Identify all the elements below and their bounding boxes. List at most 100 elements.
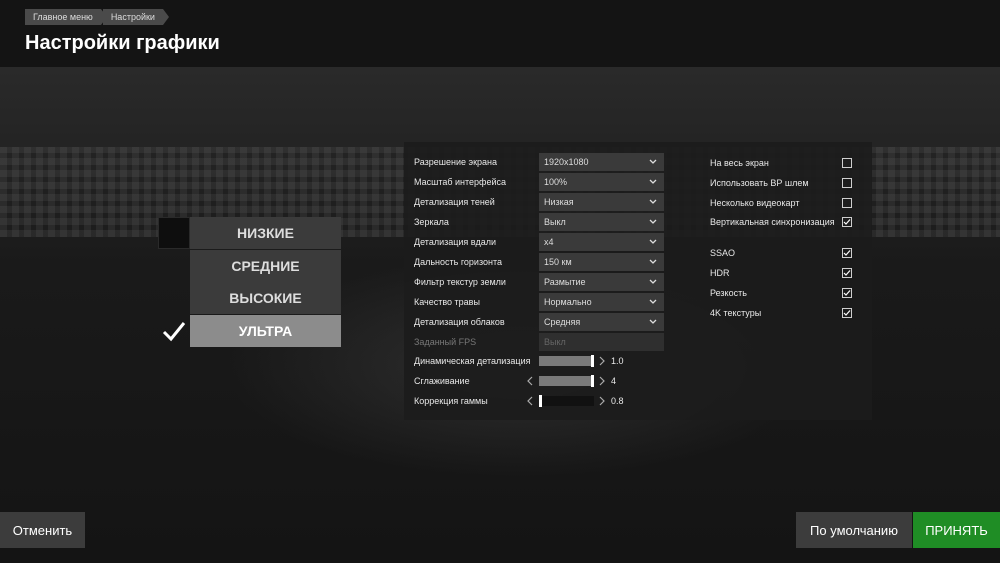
- default-button[interactable]: По умолчанию: [796, 512, 912, 548]
- check-icon: [843, 250, 851, 256]
- chevron-down-icon: [649, 219, 657, 224]
- chevron-down-icon: [649, 319, 657, 324]
- check-icon: [843, 219, 851, 225]
- preset-medium-button[interactable]: СРЕДНИЕ: [190, 249, 341, 282]
- settings-panel: Разрешение экрана 1920x1080 Масштаб инте…: [404, 142, 872, 420]
- setting-shadows: Детализация теней Низкая: [414, 193, 664, 212]
- chevron-right-icon[interactable]: [598, 396, 606, 406]
- resolution-select[interactable]: 1920x1080: [539, 153, 664, 171]
- slider-label: Коррекция гаммы: [414, 396, 488, 406]
- breadcrumb: Главное меню Настройки: [25, 9, 170, 25]
- horizon-select[interactable]: 150 км: [539, 253, 664, 271]
- setting-resolution: Разрешение экрана 1920x1080: [414, 153, 664, 172]
- checkbox-label: Использовать ВР шлем: [710, 178, 809, 188]
- ssao-checkbox[interactable]: [842, 248, 852, 258]
- sharpness-checkbox[interactable]: [842, 288, 852, 298]
- checkbox-label: SSAO: [710, 248, 736, 258]
- setting-label: Качество травы: [414, 297, 480, 307]
- chevron-left-icon[interactable]: [526, 376, 534, 386]
- setting-label: Разрешение экрана: [414, 157, 497, 167]
- setting-ground-filter: Фильтр текстур земли Размытие: [414, 273, 664, 292]
- check-icon: [843, 310, 851, 316]
- chevron-down-icon: [649, 159, 657, 164]
- setting-ui-scale: Масштаб интерфейса 100%: [414, 173, 664, 192]
- chevron-right-icon[interactable]: [598, 376, 606, 386]
- slider-value: 4: [611, 376, 617, 386]
- antialiasing-slider[interactable]: [539, 375, 594, 387]
- setting-label: Дальность горизонта: [414, 257, 502, 267]
- checkbox-label: 4K текстуры: [710, 308, 762, 318]
- slider-thumb[interactable]: [591, 375, 594, 387]
- mirrors-select[interactable]: Выкл: [539, 213, 664, 231]
- ui-scale-select[interactable]: 100%: [539, 173, 664, 191]
- select-value: Выкл: [544, 217, 566, 227]
- select-value: Средняя: [544, 317, 581, 327]
- grass-select[interactable]: Нормально: [539, 293, 664, 311]
- setting-mirrors: Зеркала Выкл: [414, 213, 664, 232]
- check-icon: [843, 290, 851, 296]
- chevron-down-icon: [649, 259, 657, 264]
- setting-distant-detail: Детализация вдали x4: [414, 233, 664, 252]
- preset-high-button[interactable]: ВЫСОКИЕ: [190, 282, 341, 314]
- fullscreen-checkbox[interactable]: [842, 158, 852, 168]
- chevron-down-icon: [649, 279, 657, 284]
- setting-label: Заданный FPS: [414, 337, 477, 347]
- top-bar: Главное меню Настройки Настройки графики: [0, 0, 1000, 67]
- select-value: Нормально: [544, 297, 592, 307]
- slider-dynamic-detail: Динамическая детализация 1.0: [414, 354, 664, 368]
- slider-fill: [539, 376, 594, 386]
- slider-thumb[interactable]: [539, 395, 542, 407]
- page-title: Настройки графики: [25, 32, 220, 54]
- 4k-textures-checkbox[interactable]: [842, 308, 852, 318]
- setting-fps-limit: Заданный FPS Выкл: [414, 333, 664, 352]
- chevron-down-icon: [649, 239, 657, 244]
- checkbox-label: На весь экран: [710, 158, 769, 168]
- select-value: Выкл: [544, 337, 566, 347]
- check-icon: [843, 270, 851, 276]
- clouds-select[interactable]: Средняя: [539, 313, 664, 331]
- chevron-down-icon: [649, 199, 657, 204]
- checkbox-label: HDR: [710, 268, 730, 278]
- setting-horizon: Дальность горизонта 150 км: [414, 253, 664, 272]
- vsync-checkbox[interactable]: [842, 217, 852, 227]
- accept-button[interactable]: ПРИНЯТЬ: [913, 512, 1000, 548]
- slider-thumb[interactable]: [591, 355, 594, 367]
- setting-label: Зеркала: [414, 217, 449, 227]
- breadcrumb-main-menu[interactable]: Главное меню: [25, 9, 107, 25]
- preset-low-button[interactable]: НИЗКИЕ: [190, 217, 341, 249]
- select-value: Размытие: [544, 277, 586, 287]
- multi-gpu-checkbox[interactable]: [842, 198, 852, 208]
- distant-detail-select[interactable]: x4: [539, 233, 664, 251]
- breadcrumb-settings[interactable]: Настройки: [102, 9, 170, 25]
- fps-limit-select: Выкл: [539, 333, 664, 351]
- dynamic-detail-slider[interactable]: [539, 355, 594, 367]
- hdr-checkbox[interactable]: [842, 268, 852, 278]
- checkbox-label: Резкость: [710, 288, 747, 298]
- vr-checkbox[interactable]: [842, 178, 852, 188]
- setting-label: Масштаб интерфейса: [414, 177, 506, 187]
- chevron-right-icon[interactable]: [598, 356, 606, 366]
- slider-antialiasing: Сглаживание 4: [414, 374, 664, 388]
- check-icon: [162, 321, 186, 341]
- select-value: 150 км: [544, 257, 572, 267]
- slider-label: Динамическая детализация: [414, 356, 531, 366]
- select-value: Низкая: [544, 197, 574, 207]
- setting-label: Детализация вдали: [414, 237, 497, 247]
- preset-ultra-button[interactable]: УЛЬТРА: [190, 314, 341, 347]
- slider-value: 1.0: [611, 356, 624, 366]
- setting-label: Детализация теней: [414, 197, 495, 207]
- chevron-left-icon[interactable]: [526, 396, 534, 406]
- checkbox-label: Несколько видеокарт: [710, 198, 800, 208]
- setting-label: Фильтр текстур земли: [414, 277, 506, 287]
- checkbox-label: Вертикальная синхронизация: [710, 217, 835, 227]
- setting-grass: Качество травы Нормально: [414, 293, 664, 312]
- slider-fill: [539, 356, 594, 366]
- gamma-slider[interactable]: [539, 395, 594, 407]
- select-value: 1920x1080: [544, 157, 589, 167]
- cancel-button[interactable]: Отменить: [0, 512, 85, 548]
- ground-filter-select[interactable]: Размытие: [539, 273, 664, 291]
- preset-indicator: [158, 217, 190, 249]
- shadows-select[interactable]: Низкая: [539, 193, 664, 211]
- chevron-down-icon: [649, 179, 657, 184]
- setting-label: Детализация облаков: [414, 317, 505, 327]
